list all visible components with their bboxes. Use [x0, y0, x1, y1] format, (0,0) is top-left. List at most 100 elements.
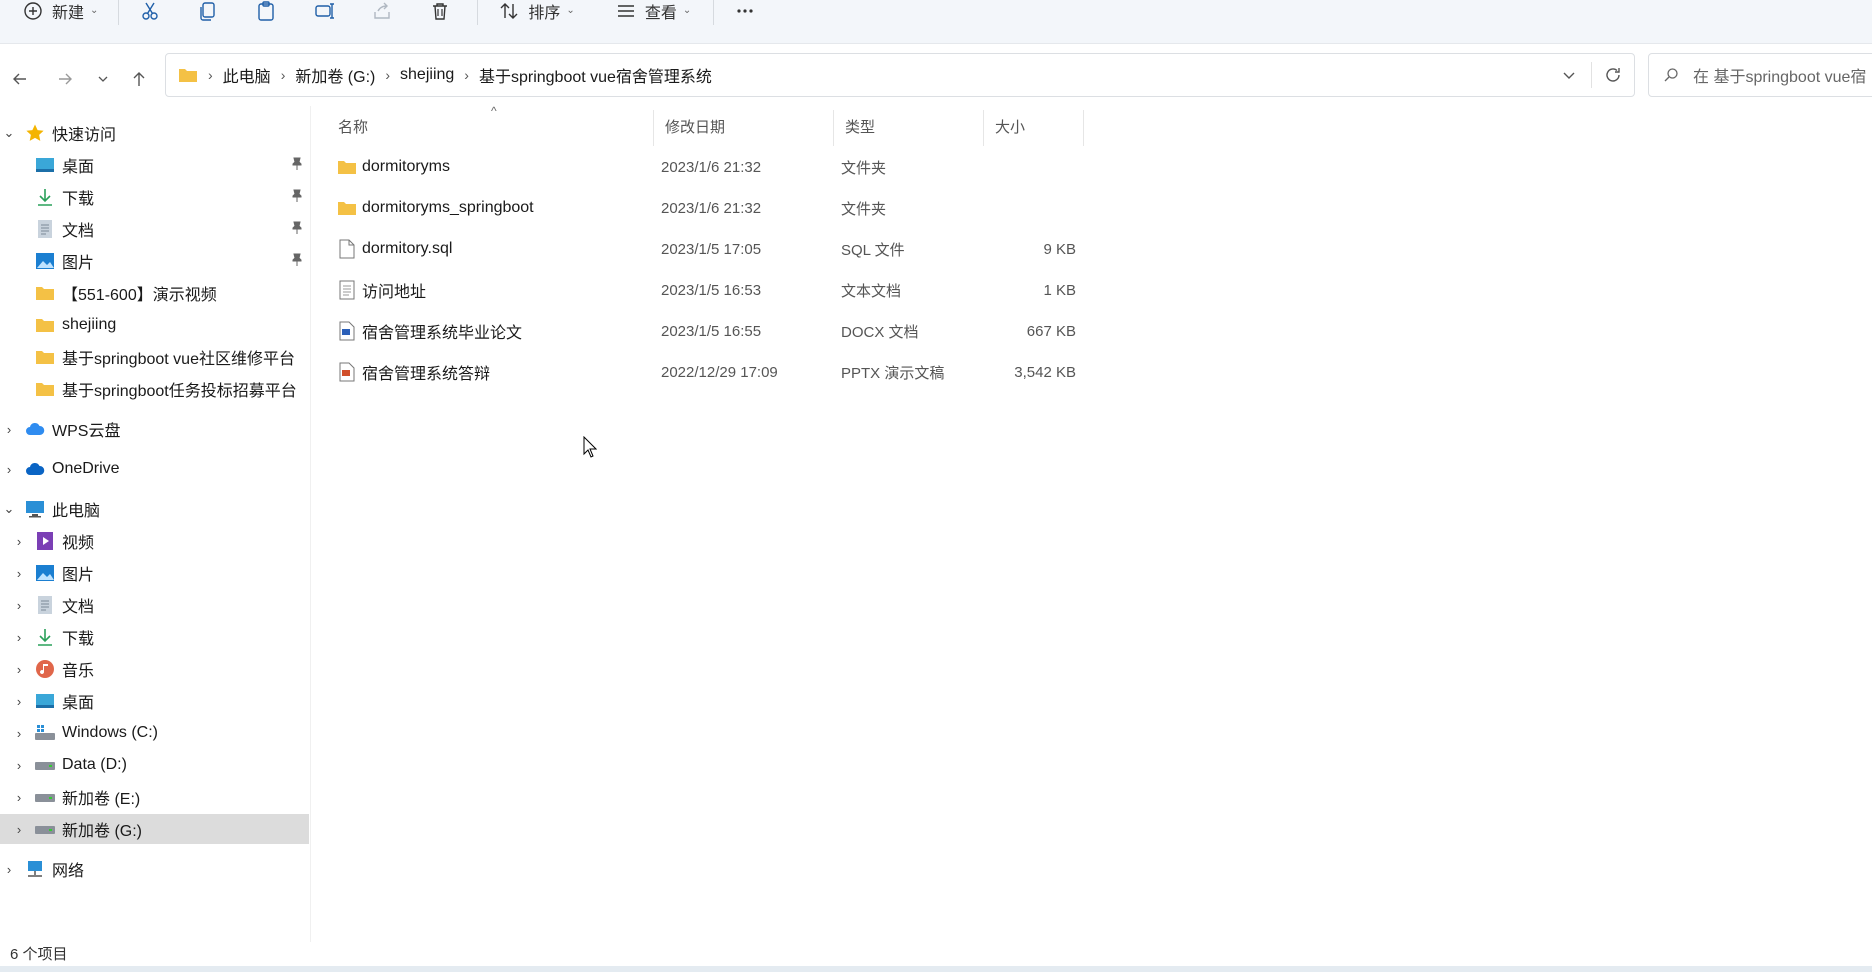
recent-locations-button[interactable] [88, 64, 118, 94]
sidebar-item-demo-videos[interactable]: 【551-600】演示视频 [0, 278, 309, 308]
collapsed-chevron-icon[interactable]: › [12, 758, 26, 773]
search-box[interactable]: 在 基于springboot vue宿 [1648, 53, 1872, 97]
more-options-button[interactable] [726, 0, 764, 29]
view-button[interactable]: 查看 ⌄ [607, 0, 699, 29]
column-header-type[interactable]: 类型 [833, 106, 983, 146]
search-icon [1664, 68, 1678, 82]
sidebar-item-pictures[interactable]: 图片 [0, 246, 309, 276]
chevron-down-icon: ⌄ [90, 5, 99, 16]
view-list-icon [617, 4, 634, 17]
column-header-size[interactable]: 大小 [983, 106, 1083, 146]
collapsed-chevron-icon[interactable]: › [12, 630, 26, 645]
chevron-down-icon [98, 76, 108, 82]
expanded-chevron-icon[interactable]: ⌄ [2, 125, 16, 141]
sidebar-item-repair-platform[interactable]: 基于springboot vue社区维修平台 [0, 342, 309, 372]
expanded-chevron-icon[interactable]: ⌄ [2, 501, 16, 517]
sidebar-item-videos[interactable]: › 视频 [0, 526, 309, 556]
sidebar-item-pc-desktop[interactable]: › 桌面 [0, 686, 309, 716]
file-date: 2022/12/29 17:09 [661, 363, 778, 381]
sidebar-onedrive[interactable]: › OneDrive [0, 454, 309, 484]
refresh-icon [1606, 68, 1620, 82]
mouse-cursor-icon [583, 435, 598, 463]
sidebar-item-shejiing[interactable]: shejiing [0, 310, 309, 340]
column-header-name[interactable]: 名称 ^ [326, 104, 653, 146]
new-button-label: 新建 [52, 4, 85, 22]
collapsed-chevron-icon[interactable]: › [12, 822, 26, 837]
sidebar-this-pc[interactable]: ⌄ 此电脑 [0, 494, 309, 524]
collapsed-chevron-icon[interactable]: › [2, 422, 16, 437]
file-row[interactable]: dormitoryms 2023/1/6 21:32 文件夹 [326, 148, 1086, 186]
address-history-button[interactable] [1547, 67, 1591, 83]
sort-button[interactable]: 排序 ⌄ [490, 0, 582, 29]
sidebar-item-pc-documents[interactable]: › 文档 [0, 590, 309, 620]
desktop-icon [34, 154, 56, 176]
forward-button[interactable] [50, 64, 80, 94]
file-date: 2023/1/5 16:55 [661, 322, 762, 340]
breadcrumb-this-pc[interactable]: 此电脑 [223, 63, 271, 87]
delete-button[interactable] [421, 0, 459, 29]
item-count: 6 个项目 [10, 945, 68, 963]
file-row[interactable]: 宿舍管理系统毕业论文 2023/1/5 16:55 DOCX 文档 667 KB [326, 312, 1086, 350]
sidebar-item-drive-c[interactable]: › Windows (C:) [0, 718, 309, 748]
address-bar[interactable]: › 此电脑 › 新加卷 (G:) › shejiing › 基于springbo… [165, 53, 1635, 97]
sidebar-item-label: 基于springboot任务投标招募平台 [62, 383, 297, 400]
breadcrumb-current-folder[interactable]: 基于springboot vue宿舍管理系统 [479, 63, 712, 87]
sidebar-item-drive-e[interactable]: › 新加卷 (E:) [0, 782, 309, 812]
sidebar-item-music[interactable]: › 音乐 [0, 654, 309, 684]
pin-icon [291, 189, 303, 206]
collapsed-chevron-icon[interactable]: › [12, 534, 26, 549]
collapsed-chevron-icon[interactable]: › [12, 726, 26, 741]
copy-button[interactable] [189, 0, 227, 29]
file-row[interactable]: dormitoryms_springboot 2023/1/6 21:32 文件… [326, 189, 1086, 227]
paste-button[interactable] [247, 0, 285, 29]
back-button[interactable] [5, 64, 35, 94]
collapsed-chevron-icon[interactable]: › [12, 662, 26, 677]
up-button[interactable] [124, 64, 154, 94]
document-icon [34, 594, 56, 616]
cut-button[interactable] [131, 0, 169, 29]
sidebar-item-desktop[interactable]: 桌面 [0, 150, 309, 180]
sidebar-item-drive-g[interactable]: › 新加卷 (G:) [0, 814, 309, 844]
collapsed-chevron-icon[interactable]: › [12, 694, 26, 709]
sidebar-item-downloads[interactable]: 下载 [0, 182, 309, 212]
file-size: 1 KB [1043, 281, 1076, 299]
sidebar-wps-cloud[interactable]: › WPS云盘 [0, 414, 309, 444]
scissors-icon [142, 2, 159, 20]
file-row[interactable]: 访问地址 2023/1/5 16:53 文本文档 1 KB [326, 271, 1086, 309]
command-bar: 新建 ⌄ 排序 ⌄ 查看 ⌄ [0, 0, 1872, 44]
sidebar-item-pc-downloads[interactable]: › 下载 [0, 622, 309, 652]
new-button[interactable]: 新建 ⌄ [14, 0, 106, 29]
folder-icon [34, 346, 56, 368]
breadcrumb-drive-g[interactable]: 新加卷 (G:) [295, 63, 375, 87]
column-divider[interactable] [1083, 110, 1084, 146]
pane-divider[interactable] [310, 106, 311, 942]
share-button[interactable] [363, 0, 401, 29]
music-icon [34, 658, 56, 680]
collapsed-chevron-icon[interactable]: › [12, 566, 26, 581]
sidebar-network[interactable]: › 网络 [0, 854, 309, 884]
collapsed-chevron-icon[interactable]: › [12, 790, 26, 805]
folder-icon [34, 282, 56, 304]
breadcrumb-shejiing[interactable]: shejiing [400, 66, 454, 84]
collapsed-chevron-icon[interactable]: › [2, 862, 16, 877]
collapsed-chevron-icon[interactable]: › [12, 598, 26, 613]
rename-button[interactable] [305, 0, 343, 29]
file-row[interactable]: 宿舍管理系统答辩 2022/12/29 17:09 PPTX 演示文稿 3,54… [326, 353, 1086, 391]
refresh-button[interactable] [1592, 66, 1634, 84]
search-placeholder: 在 基于springboot vue宿 [1693, 69, 1867, 86]
drive-icon [34, 786, 56, 808]
file-name: dormitoryms [362, 158, 451, 175]
computer-icon [24, 498, 46, 520]
sidebar-item-bidding-platform[interactable]: 基于springboot任务投标招募平台 [0, 374, 309, 404]
file-date: 2023/1/6 21:32 [661, 199, 762, 217]
column-header-date[interactable]: 修改日期 [653, 106, 833, 146]
collapsed-chevron-icon[interactable]: › [2, 462, 16, 477]
sidebar-item-documents[interactable]: 文档 [0, 214, 309, 244]
sidebar-quick-access[interactable]: ⌄ 快速访问 [0, 118, 309, 148]
sidebar-item-label: WPS云盘 [52, 423, 121, 440]
file-row[interactable]: dormitory.sql 2023/1/5 17:05 SQL 文件 9 KB [326, 230, 1086, 268]
sidebar-item-drive-d[interactable]: › Data (D:) [0, 750, 309, 780]
sidebar-item-pc-pictures[interactable]: › 图片 [0, 558, 309, 588]
sidebar-item-label: 视频 [62, 535, 95, 552]
download-icon [34, 186, 56, 208]
